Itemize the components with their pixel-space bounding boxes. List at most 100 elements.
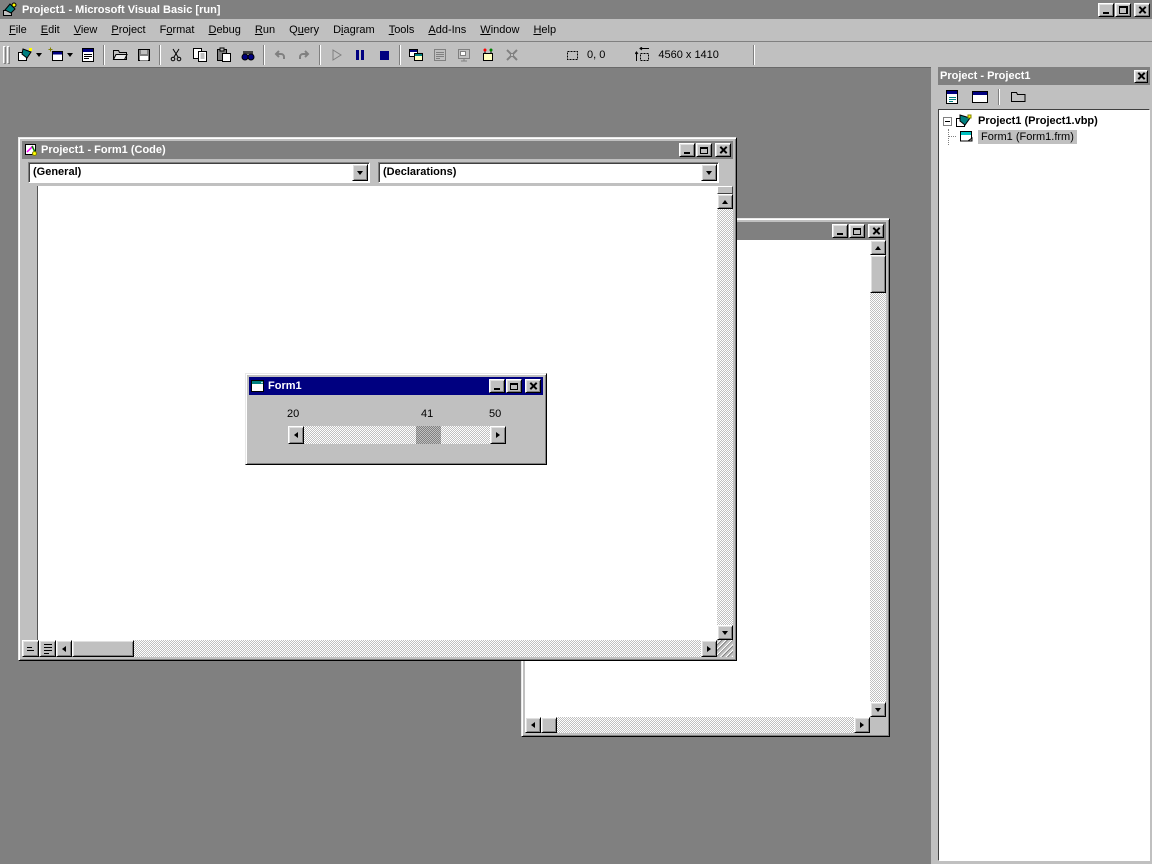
menu-window[interactable]: Window: [473, 20, 526, 41]
scroll-track[interactable]: [557, 717, 854, 733]
scroll-down-button[interactable]: [717, 625, 733, 640]
tree-item[interactable]: Project1 (Project1.vbp): [941, 113, 1147, 129]
object-dropdown[interactable]: (General): [28, 162, 370, 183]
scroll-up-button[interactable]: [717, 194, 733, 209]
project-explorer-button[interactable]: [404, 44, 428, 66]
view-code-button[interactable]: [939, 87, 965, 107]
menu-editor-button[interactable]: [76, 44, 100, 66]
menu-format[interactable]: Format: [153, 20, 202, 41]
view-object-button[interactable]: [967, 87, 993, 107]
object-browser-button[interactable]: [476, 44, 500, 66]
start-button[interactable]: [324, 44, 348, 66]
end-button[interactable]: [372, 44, 396, 66]
designer-hscrollbar[interactable]: [525, 717, 886, 733]
menu-diagram[interactable]: Diagram: [326, 20, 382, 41]
add-form-button[interactable]: [45, 44, 76, 66]
redo-button[interactable]: [292, 44, 316, 66]
minimize-button[interactable]: [1098, 2, 1114, 17]
menu-file[interactable]: File: [2, 20, 34, 41]
procedure-dropdown[interactable]: (Declarations): [378, 162, 719, 183]
scroll-down-button[interactable]: [870, 702, 886, 717]
open-project-button[interactable]: [108, 44, 132, 66]
minimize-button[interactable]: [832, 224, 848, 238]
close-button[interactable]: [868, 224, 884, 238]
size-indicator: 4560 x 1410: [635, 46, 719, 63]
menu-edit[interactable]: Edit: [34, 20, 67, 41]
close-button[interactable]: [1134, 2, 1150, 17]
scroll-left-button[interactable]: [56, 640, 72, 657]
break-button[interactable]: [348, 44, 372, 66]
scroll-track[interactable]: [134, 640, 701, 657]
paste-button[interactable]: [212, 44, 236, 66]
close-button[interactable]: [715, 143, 731, 157]
code-titlebar[interactable]: Project1 - Form1 (Code): [22, 141, 733, 159]
scroll-thumb[interactable]: [416, 426, 441, 444]
menu-query[interactable]: Query: [282, 20, 326, 41]
split-handle[interactable]: [717, 186, 733, 194]
scroll-right-button[interactable]: [701, 640, 717, 657]
menu-run[interactable]: Run: [248, 20, 282, 41]
undo-button[interactable]: [268, 44, 292, 66]
designer-vscrollbar[interactable]: [870, 240, 886, 717]
menu-debug[interactable]: Debug: [201, 20, 247, 41]
scroll-left-button[interactable]: [525, 717, 541, 733]
code-vscrollbar[interactable]: [717, 186, 733, 640]
menu-project[interactable]: Project: [104, 20, 152, 41]
scroll-track[interactable]: [870, 293, 886, 702]
toolbar-grip[interactable]: [3, 45, 10, 64]
minimize-button[interactable]: [489, 379, 505, 393]
close-button[interactable]: [1134, 69, 1148, 83]
restore-button[interactable]: [1115, 2, 1131, 17]
find-button[interactable]: [236, 44, 260, 66]
tree-item-label: Project1 (Project1.vbp): [978, 115, 1098, 127]
save-project-button[interactable]: [132, 44, 156, 66]
form1-titlebar[interactable]: Form1: [249, 377, 543, 395]
close-button[interactable]: [525, 379, 541, 393]
toolbox-icon: [504, 47, 520, 63]
toolbox-button[interactable]: [500, 44, 524, 66]
form-layout-window-button[interactable]: [452, 44, 476, 66]
toolbar-buttons: [14, 44, 524, 66]
add-project-button[interactable]: [14, 44, 45, 66]
close-icon: [719, 146, 728, 154]
scroll-track[interactable]: [717, 209, 733, 625]
scroll-right-button[interactable]: [490, 426, 506, 444]
procedure-dropdown-button[interactable]: [701, 164, 717, 181]
properties-window-button[interactable]: [428, 44, 452, 66]
cut-button[interactable]: [164, 44, 188, 66]
project-explorer-titlebar[interactable]: Project - Project1: [938, 67, 1150, 85]
menu-addins[interactable]: Add-Ins: [421, 20, 473, 41]
resize-grip[interactable]: [717, 640, 733, 657]
form1-window[interactable]: Form1 20 41 50: [245, 373, 547, 465]
code-hscrollbar[interactable]: [22, 640, 733, 657]
scroll-thumb[interactable]: [870, 255, 886, 293]
scroll-up-button[interactable]: [870, 240, 886, 255]
procedure-dropdown-value: (Declarations): [383, 166, 457, 178]
tree-connector: [948, 129, 956, 145]
scroll-left-button[interactable]: [288, 426, 304, 444]
scroll-thumb[interactable]: [541, 717, 557, 733]
scroll-thumb[interactable]: [72, 640, 134, 657]
maximize-button[interactable]: [506, 379, 522, 393]
procedure-view-button[interactable]: [22, 640, 39, 657]
cut-icon: [168, 47, 184, 63]
scroll-track[interactable]: [304, 426, 490, 444]
menu-tools[interactable]: Tools: [382, 20, 422, 41]
hscrollbar-control[interactable]: [288, 426, 506, 444]
tree-expander-minus[interactable]: [943, 116, 952, 126]
minimize-button[interactable]: [679, 143, 695, 157]
object-dropdown-button[interactable]: [352, 164, 368, 181]
menu-view[interactable]: View: [67, 20, 105, 41]
full-module-view-button[interactable]: [39, 640, 56, 657]
maximize-button[interactable]: [696, 143, 712, 157]
dropdown-caret-icon: [36, 52, 42, 57]
maximize-button[interactable]: [849, 224, 865, 238]
position-value: 0, 0: [587, 48, 606, 61]
toggle-folders-button[interactable]: [1005, 87, 1031, 107]
tree-item[interactable]: Form1 (Form1.frm): [941, 129, 1147, 145]
end-icon: [376, 47, 392, 63]
menu-help[interactable]: Help: [526, 20, 563, 41]
grip-bar: [3, 45, 6, 64]
copy-button[interactable]: [188, 44, 212, 66]
scroll-right-button[interactable]: [854, 717, 870, 733]
